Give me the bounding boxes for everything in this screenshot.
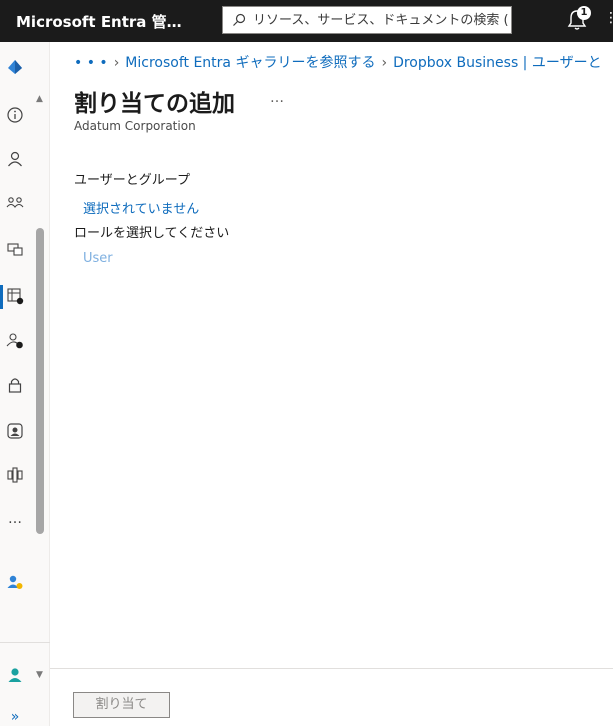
- active-indicator: [0, 285, 3, 309]
- expand-nav-icon[interactable]: »: [4, 706, 26, 728]
- enterprise-apps-icon[interactable]: [4, 285, 26, 307]
- info-icon[interactable]: [4, 104, 26, 126]
- user-icon[interactable]: [4, 148, 26, 170]
- entra-diamond-icon[interactable]: [4, 56, 26, 78]
- left-nav: … » ▲ ▼: [0, 42, 50, 726]
- scroll-down-icon[interactable]: ▼: [36, 670, 43, 680]
- user-assign-icon[interactable]: [4, 571, 26, 593]
- title-more-button[interactable]: …: [270, 90, 284, 106]
- devices-icon[interactable]: [4, 238, 26, 260]
- notification-badge: 1: [577, 6, 591, 20]
- main-panel: • • • › Microsoft Entra ギャラリーを参照する › Dropbox…: [50, 42, 613, 726]
- app-title[interactable]: Microsoft Entra 管…: [16, 11, 182, 32]
- groups-icon[interactable]: [4, 192, 26, 214]
- breadcrumb-ellipsis[interactable]: • • •: [74, 55, 108, 71]
- search-icon: [233, 13, 246, 26]
- breadcrumb-item-app[interactable]: Dropbox Business | ユーザーと: [393, 55, 602, 71]
- page-title: 割り当ての追加: [74, 91, 235, 117]
- user-settings-icon[interactable]: [4, 330, 26, 352]
- search-input[interactable]: [253, 7, 508, 33]
- role-label: ロールを選択してください: [74, 226, 230, 241]
- chevron-right-icon: ›: [381, 55, 388, 71]
- assign-button[interactable]: 割り当て: [73, 692, 170, 718]
- nav-scrollbar[interactable]: ▲ ▼: [34, 94, 48, 680]
- top-bar: Microsoft Entra 管… 1 ⋮: [0, 0, 613, 42]
- page-subtitle: Adatum Corporation: [74, 119, 196, 133]
- lock-icon[interactable]: [4, 374, 26, 396]
- more-icon[interactable]: ⋮: [604, 10, 613, 26]
- role-select-link[interactable]: User: [83, 251, 113, 266]
- governance-icon[interactable]: [4, 464, 26, 486]
- users-groups-select-link[interactable]: 選択されていません: [83, 198, 199, 217]
- footer-divider: [50, 668, 613, 669]
- identity-protection-icon[interactable]: [4, 420, 26, 442]
- chevron-right-icon: ›: [113, 55, 120, 71]
- account-icon[interactable]: [4, 664, 26, 686]
- breadcrumb: • • • › Microsoft Entra ギャラリーを参照する › Dropbox…: [74, 52, 602, 72]
- search-box[interactable]: [222, 6, 512, 34]
- notifications-button[interactable]: 1: [566, 6, 591, 34]
- more-nav-icon[interactable]: …: [4, 508, 26, 530]
- users-groups-label: ユーザーとグループ: [74, 173, 190, 188]
- scroll-up-icon[interactable]: ▲: [36, 94, 43, 104]
- breadcrumb-item-gallery[interactable]: Microsoft Entra ギャラリーを参照する: [125, 55, 375, 71]
- scroll-thumb[interactable]: [36, 228, 44, 534]
